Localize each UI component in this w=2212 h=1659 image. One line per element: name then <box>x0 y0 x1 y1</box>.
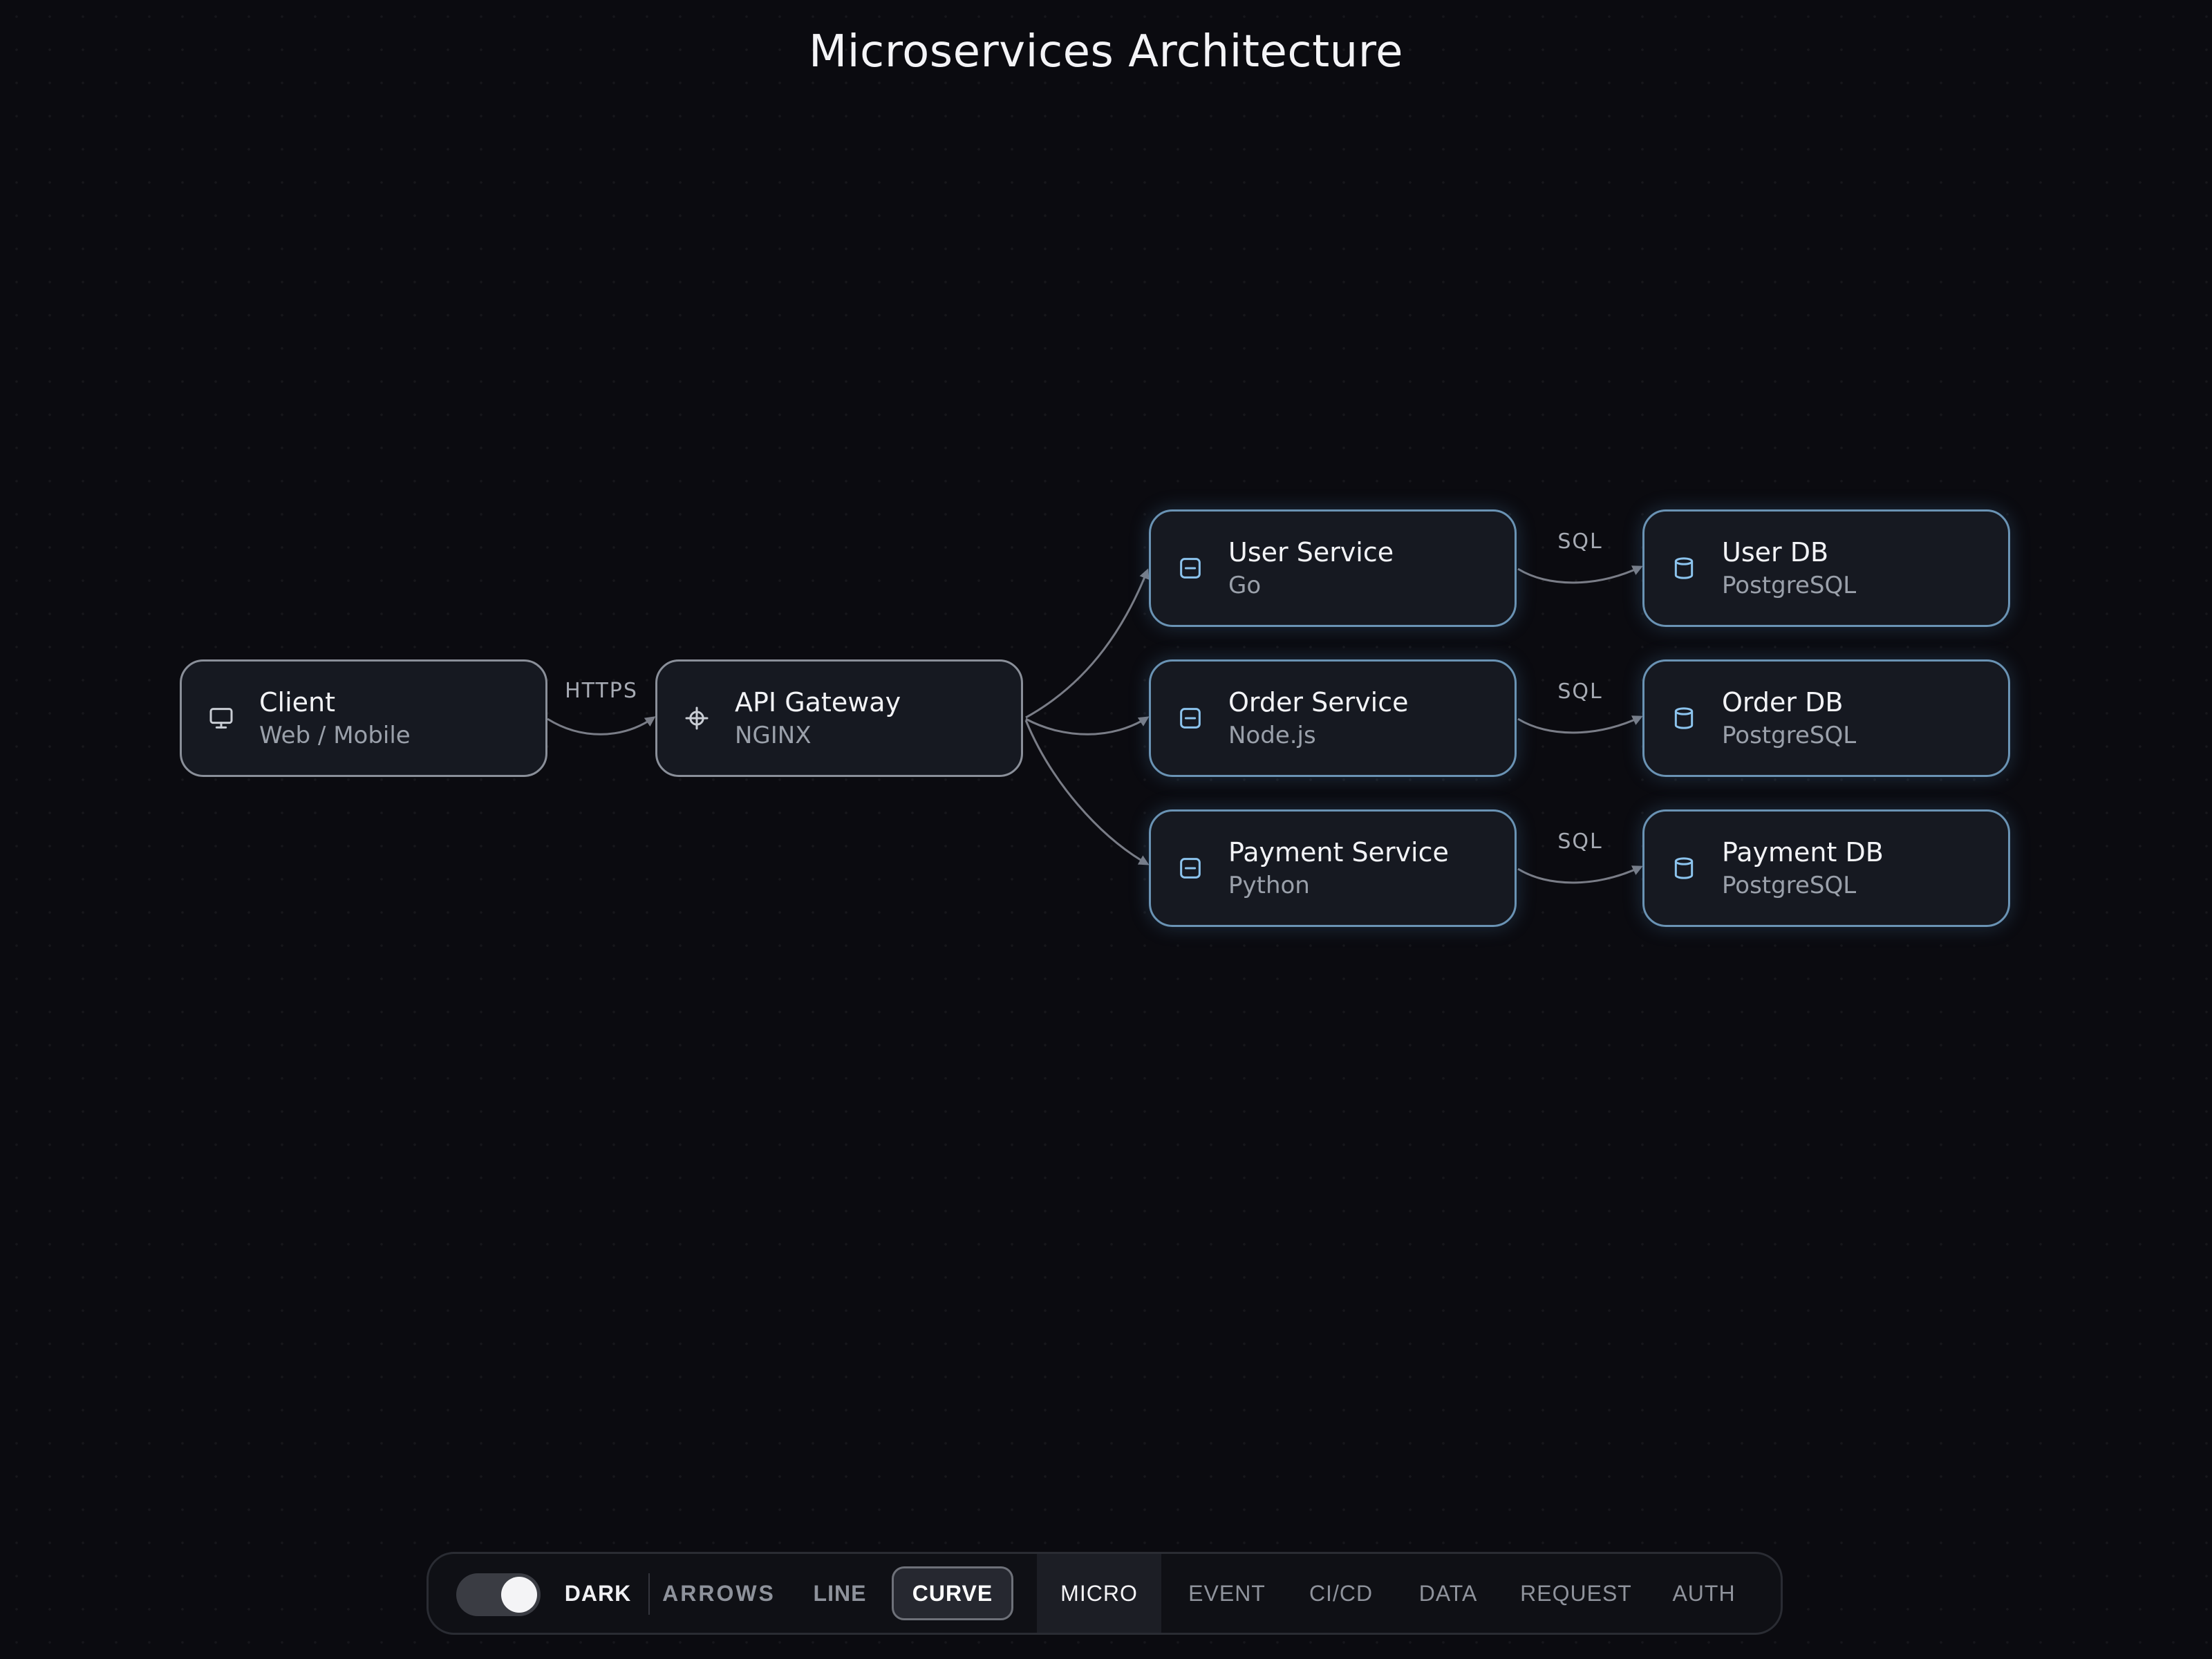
node-order-service-name: Order Service <box>1228 687 1409 718</box>
node-payment-service[interactable]: Payment Service Python <box>1149 809 1517 927</box>
edge-label-sql-user: SQL <box>1557 529 1603 554</box>
theme-label[interactable]: DARK <box>560 1554 636 1633</box>
database-icon <box>1669 854 1698 883</box>
node-order-service[interactable]: Order Service Node.js <box>1149 659 1517 777</box>
node-client-name: Client <box>259 687 336 718</box>
service-box-icon <box>1176 554 1205 583</box>
toggle-knob <box>501 1577 537 1613</box>
database-icon <box>1669 704 1698 733</box>
curve-style-button[interactable]: CURVE <box>892 1566 1013 1620</box>
edge-label-sql-order: SQL <box>1557 679 1603 704</box>
service-box-icon <box>1176 704 1205 733</box>
crosshair-icon <box>682 704 711 733</box>
node-user-service-sub: Go <box>1228 572 1262 599</box>
monitor-icon <box>207 704 236 733</box>
node-user-db[interactable]: User DB PostgreSQL <box>1642 509 2010 627</box>
node-gateway-sub: NGINX <box>735 722 812 749</box>
node-client[interactable]: Client Web / Mobile <box>180 659 547 777</box>
edge-label-sql-payment: SQL <box>1557 830 1603 854</box>
node-payment-db[interactable]: Payment DB PostgreSQL <box>1642 809 2010 927</box>
preset-tab-data[interactable]: DATA <box>1403 1554 1493 1633</box>
toolbar-divider <box>648 1573 650 1615</box>
node-payment-db-name: Payment DB <box>1722 837 1884 868</box>
edge-client-gateway <box>547 716 656 735</box>
node-payment-service-name: Payment Service <box>1228 837 1449 868</box>
bottom-toolbar: DARK ARROWS LINE CURVE MICRO EVENT CI/CD… <box>427 1552 1783 1635</box>
node-gateway-name: API Gateway <box>735 687 901 718</box>
edge-gateway-payment-service <box>1024 720 1150 865</box>
preset-tab-request[interactable]: REQUEST <box>1507 1554 1645 1633</box>
node-user-service-name: User Service <box>1228 537 1394 568</box>
node-client-sub: Web / Mobile <box>259 722 411 749</box>
preset-tab-auth[interactable]: AUTH <box>1659 1554 1749 1633</box>
node-payment-db-sub: PostgreSQL <box>1722 872 1857 899</box>
edge-label-https: HTTPS <box>565 679 638 703</box>
line-style-button[interactable]: LINE <box>802 1554 878 1633</box>
edge-gateway-order-service <box>1025 716 1150 735</box>
node-order-db-name: Order DB <box>1722 687 1844 718</box>
theme-toggle[interactable] <box>456 1573 541 1616</box>
edge-user-service-user-db <box>1517 565 1643 584</box>
node-user-db-name: User DB <box>1722 537 1829 568</box>
service-box-icon <box>1176 854 1205 883</box>
node-payment-service-sub: Python <box>1228 872 1310 899</box>
node-order-db-sub: PostgreSQL <box>1722 722 1857 749</box>
preset-tab-cicd[interactable]: CI/CD <box>1293 1554 1389 1633</box>
node-user-db-sub: PostgreSQL <box>1722 572 1857 599</box>
preset-tab-micro[interactable]: MICRO <box>1037 1554 1161 1633</box>
edge-payment-service-payment-db <box>1517 865 1643 884</box>
diagram-title: Microservices Architecture <box>809 26 1403 77</box>
node-api-gateway[interactable]: API Gateway NGINX <box>655 659 1023 777</box>
node-user-service[interactable]: User Service Go <box>1149 509 1517 627</box>
arrows-toggle-button[interactable]: ARROWS <box>662 1554 774 1633</box>
database-icon <box>1669 554 1698 583</box>
edge-order-service-order-db <box>1517 715 1643 734</box>
edge-gateway-user-service <box>1025 568 1150 719</box>
node-order-db[interactable]: Order DB PostgreSQL <box>1642 659 2010 777</box>
node-order-service-sub: Node.js <box>1228 722 1316 749</box>
preset-tab-event[interactable]: EVENT <box>1175 1554 1279 1633</box>
